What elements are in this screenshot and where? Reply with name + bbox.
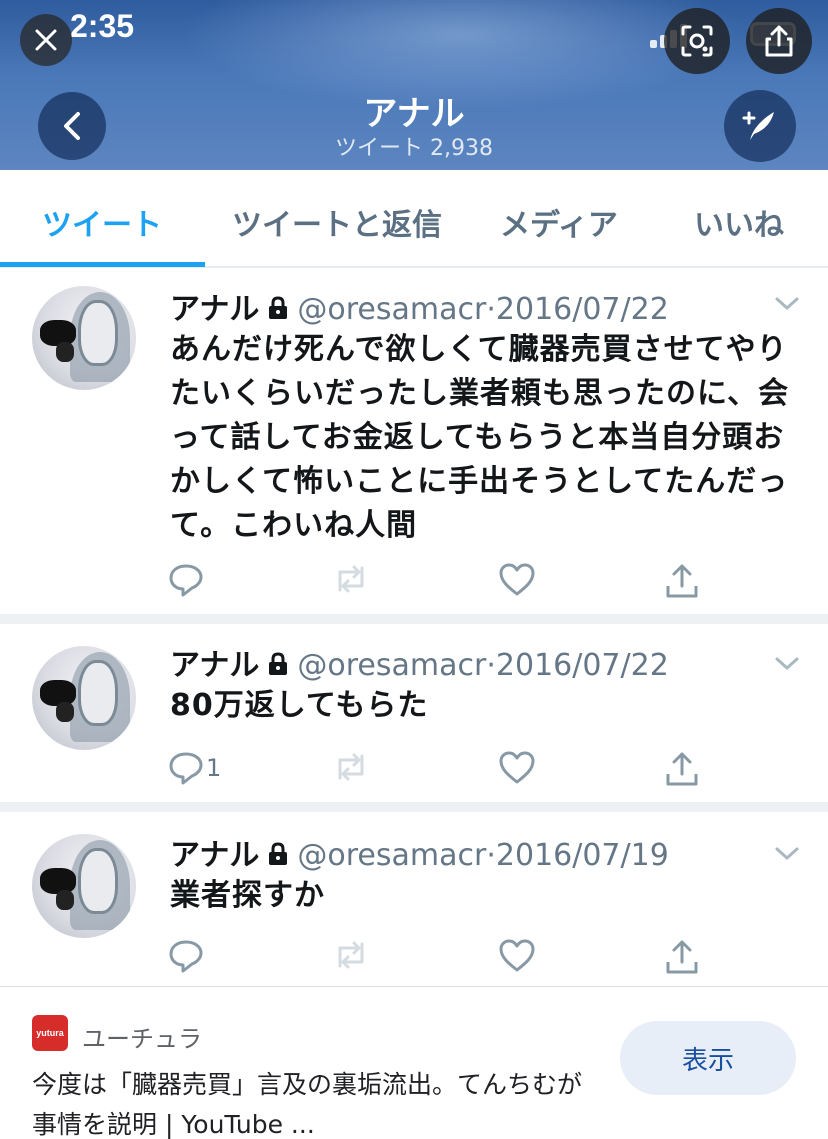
site-name[interactable]: ユーチュラ bbox=[82, 1019, 202, 1054]
tab-media[interactable]: メディア bbox=[500, 200, 618, 244]
retweet-icon bbox=[338, 753, 364, 781]
tweet-handle: @oresamacr bbox=[297, 648, 487, 683]
share-tweet-button[interactable] bbox=[664, 938, 700, 976]
like-button[interactable] bbox=[498, 938, 536, 974]
separator-dot: · bbox=[486, 292, 496, 327]
tweet[interactable]: アナル @oresamacr·2016/07/19 業者探すか bbox=[0, 812, 828, 986]
retweet-icon bbox=[338, 565, 364, 593]
profile-tabs: ツイート ツイートと返信 メディア いいね bbox=[0, 170, 828, 268]
tweet-author-name[interactable]: アナル bbox=[170, 292, 259, 327]
tab-tweets[interactable]: ツイート bbox=[42, 200, 162, 244]
separator-dot: · bbox=[486, 648, 496, 683]
profile-name: アナル bbox=[363, 94, 465, 134]
tweet-header: アナル @oresamacr·2016/07/19 bbox=[170, 830, 669, 874]
signal-icon bbox=[650, 40, 657, 48]
share-icon bbox=[666, 564, 698, 598]
compose-feather-icon bbox=[742, 111, 774, 140]
image-source-card: yutura ユーチュラ 今度は「臓器売買」言及の裏垢流出。てんちむが事情を説明… bbox=[0, 986, 828, 1139]
tweet-header: アナル @oresamacr·2016/07/22 bbox=[170, 640, 669, 684]
tweet-date: 2016/07/19 bbox=[495, 838, 669, 873]
source-title-link[interactable]: 今度は「臓器売買」言及の裏垢流出。てんちむが事情を説明 | YouTube ..… bbox=[32, 1065, 592, 1139]
tweet-actions: 1 bbox=[0, 750, 828, 790]
tweet-author-name[interactable]: アナル bbox=[170, 838, 259, 873]
lock-icon bbox=[269, 651, 288, 675]
compose-tweet-button[interactable] bbox=[724, 90, 796, 162]
retweet-button bbox=[332, 562, 370, 596]
tweet[interactable]: アナル @oresamacr·2016/07/22 80万返してもらた 1 bbox=[0, 624, 828, 802]
heart-icon bbox=[499, 563, 535, 596]
heart-icon bbox=[499, 939, 535, 972]
close-button[interactable] bbox=[20, 14, 72, 66]
like-button[interactable] bbox=[498, 562, 536, 598]
reply-count: 1 bbox=[206, 754, 222, 782]
close-icon bbox=[35, 29, 57, 51]
chevron-down-icon[interactable] bbox=[774, 656, 800, 672]
tweet-author-name[interactable]: アナル bbox=[170, 648, 259, 683]
tweet-actions bbox=[0, 938, 828, 978]
share-icon bbox=[666, 752, 698, 786]
tweet-divider bbox=[0, 802, 828, 812]
tweet-date: 2016/07/22 bbox=[495, 648, 669, 683]
share-tweet-button[interactable] bbox=[664, 750, 700, 788]
tweet-divider bbox=[0, 614, 828, 624]
tweet-count: ツイート 2,938 bbox=[335, 136, 493, 161]
avatar[interactable] bbox=[32, 834, 136, 938]
share-icon bbox=[666, 940, 698, 974]
tweet-handle: @oresamacr bbox=[297, 292, 487, 327]
like-button[interactable] bbox=[498, 750, 536, 786]
lens-icon bbox=[681, 25, 713, 57]
share-tweet-button[interactable] bbox=[664, 562, 700, 600]
lock-icon bbox=[269, 295, 288, 319]
share-icon bbox=[765, 25, 793, 57]
chevron-down-icon[interactable] bbox=[774, 846, 800, 862]
status-time: 2:35 bbox=[70, 8, 135, 44]
reply-icon bbox=[169, 752, 203, 785]
show-button[interactable]: 表示 bbox=[620, 1021, 796, 1095]
tweet-actions bbox=[0, 562, 828, 602]
avatar[interactable] bbox=[32, 286, 136, 390]
tweet-header: アナル @oresamacr·2016/07/22 bbox=[170, 284, 669, 328]
separator-dot: · bbox=[486, 838, 496, 873]
active-tab-indicator bbox=[0, 262, 205, 267]
reply-button[interactable]: 1 bbox=[168, 750, 221, 786]
reply-icon bbox=[169, 940, 203, 973]
heart-icon bbox=[499, 751, 535, 784]
tweet-text: あんだけ死んで欲しくて臓器売買させてやりたいくらいだったし業者頼も思ったのに、会… bbox=[170, 332, 790, 543]
tab-tweets-and-replies[interactable]: ツイートと返信 bbox=[232, 200, 442, 244]
profile-header: 2:35 アナル ツイート 2,938 bbox=[0, 0, 828, 170]
lens-search-button[interactable] bbox=[664, 8, 730, 74]
retweet-icon bbox=[338, 941, 364, 969]
share-button[interactable] bbox=[746, 8, 812, 74]
avatar[interactable] bbox=[32, 646, 136, 750]
tweet-handle: @oresamacr bbox=[297, 838, 487, 873]
reply-icon bbox=[169, 564, 203, 597]
reply-button[interactable] bbox=[168, 562, 206, 598]
tweet-date: 2016/07/22 bbox=[495, 292, 669, 327]
tweet-text: 業者探すか bbox=[170, 878, 325, 913]
tab-likes[interactable]: いいね bbox=[694, 200, 784, 244]
chevron-down-icon[interactable] bbox=[774, 296, 800, 312]
tweet[interactable]: アナル @oresamacr·2016/07/22 あんだけ死んで欲しくて臓器売買… bbox=[0, 270, 828, 614]
lock-icon bbox=[269, 841, 288, 865]
retweet-button bbox=[332, 938, 370, 972]
retweet-button bbox=[332, 750, 370, 784]
tweet-text: 80万返してもらた bbox=[170, 688, 429, 723]
site-logo: yutura bbox=[32, 1015, 68, 1051]
reply-button[interactable] bbox=[168, 938, 206, 974]
